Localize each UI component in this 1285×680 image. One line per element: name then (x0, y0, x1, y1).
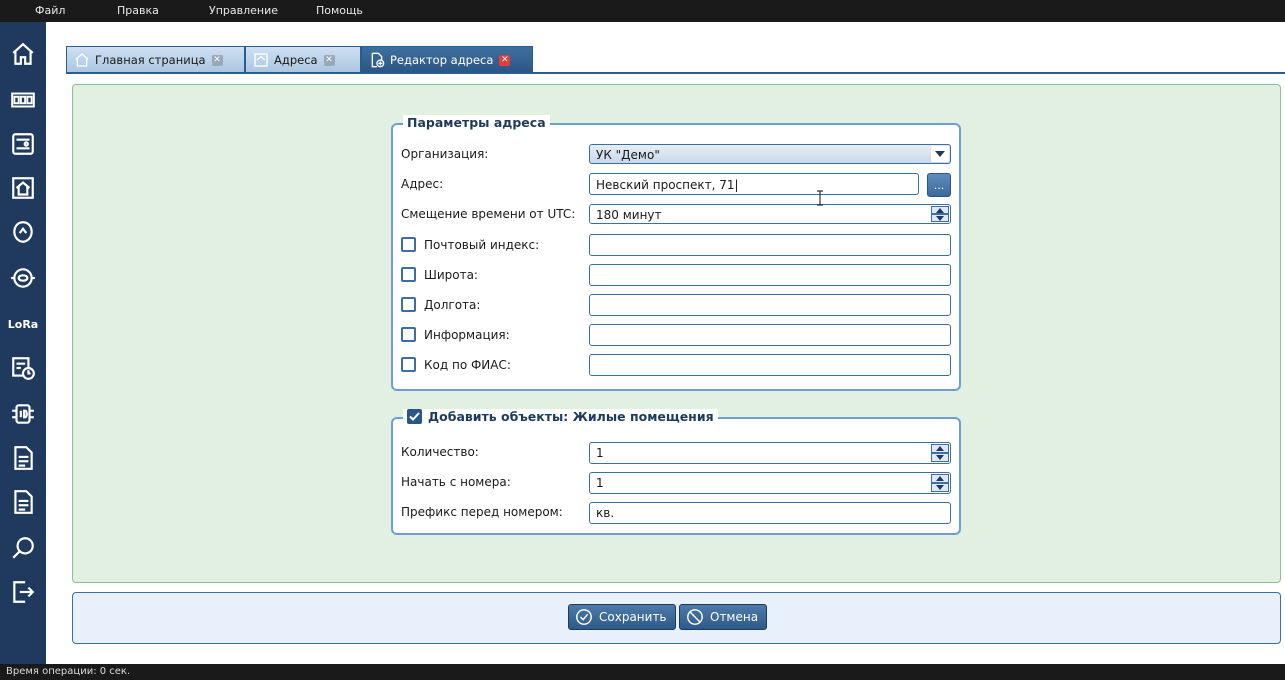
address-params-group: Параметры адреса Организация: УК "Демо" … (391, 115, 961, 391)
lora-label: LoRa (7, 317, 39, 331)
exit-icon[interactable] (9, 578, 37, 606)
menu-edit[interactable]: Правка (117, 4, 159, 17)
longitude-row: Долгота: (401, 297, 480, 312)
postal-code-input[interactable] (589, 234, 951, 256)
spin-down-icon[interactable] (931, 453, 949, 462)
status-text: Время операции: 0 сек. (6, 666, 131, 677)
fias-input[interactable] (589, 354, 951, 376)
schedule-icon[interactable] (9, 354, 37, 382)
address-input[interactable]: Невский проспект, 71| (589, 173, 919, 195)
postal-code-checkbox[interactable] (401, 237, 416, 252)
home-icon[interactable] (9, 40, 37, 68)
count-spinner[interactable]: 1 (589, 442, 951, 464)
organization-select[interactable]: УК "Демо" (589, 144, 951, 164)
sidebar: LoRa (0, 22, 46, 664)
longitude-input[interactable] (589, 294, 951, 316)
start-number-spinner[interactable]: 1 (589, 472, 951, 494)
utc-offset-label: Смещение времени от UTC: (401, 207, 576, 221)
tab-underline (66, 72, 1285, 74)
prefix-label: Префикс перед номером: (401, 505, 563, 519)
add-objects-header: Добавить объекты: Жилые помещения (403, 409, 718, 424)
latitude-checkbox[interactable] (401, 267, 416, 282)
spinner-arrows[interactable] (931, 474, 949, 492)
menu-manage[interactable]: Управление (209, 4, 278, 17)
count-label: Количество: (401, 445, 479, 459)
home-icon (73, 51, 91, 69)
tab-addresses[interactable]: Адреса ✕ (245, 46, 361, 73)
sensor-icon[interactable] (9, 218, 37, 246)
fias-label: Код по ФИАС: (424, 357, 511, 372)
check-circle-icon (576, 609, 592, 625)
menu-bar: Файл Правка Управление Помощь (0, 0, 1285, 22)
cancel-button[interactable]: Отмена (679, 604, 768, 630)
gauge-icon[interactable] (9, 264, 37, 292)
text-cursor-icon (815, 190, 825, 206)
organization-label: Организация: (401, 147, 489, 161)
tab-label: Адреса (274, 53, 318, 67)
tab-label: Редактор адреса (390, 53, 494, 67)
info-label: Информация: (424, 327, 510, 342)
chevron-down-icon[interactable] (931, 146, 949, 162)
device-icon[interactable] (9, 130, 37, 158)
organization-value: УК "Демо" (596, 148, 660, 162)
postal-code-row: Почтовый индекс: (401, 237, 539, 252)
prefix-input[interactable]: кв. (589, 502, 951, 524)
menu-help[interactable]: Помощь (316, 4, 363, 17)
close-icon[interactable]: ✕ (323, 54, 335, 66)
info-input[interactable] (589, 324, 951, 346)
menu-file[interactable]: Файл (35, 4, 65, 17)
status-bar: Время операции: 0 сек. (0, 664, 1285, 680)
utc-offset-spinner[interactable]: 180 минут (589, 204, 951, 224)
group-title: Добавить объекты: Жилые помещения (428, 409, 714, 424)
document-icon[interactable] (9, 444, 37, 472)
tab-label: Главная страница (95, 53, 206, 67)
add-document-icon (368, 51, 386, 69)
latitude-row: Широта: (401, 267, 478, 282)
tab-address-editor[interactable]: Редактор адреса ✕ (361, 46, 533, 73)
longitude-label: Долгота: (424, 297, 481, 312)
building-icon[interactable] (9, 174, 37, 202)
save-button[interactable]: Сохранить (568, 604, 676, 630)
action-panel: Сохранить Отмена (72, 592, 1281, 644)
spinner-arrows[interactable] (931, 444, 949, 462)
spin-up-icon[interactable] (931, 206, 949, 214)
spin-down-icon[interactable] (931, 214, 949, 222)
id-icon[interactable] (9, 400, 37, 428)
close-icon[interactable]: ✕ (211, 54, 223, 66)
save-label: Сохранить (599, 610, 667, 624)
spinner-arrows[interactable] (931, 206, 949, 222)
info-row: Информация: (401, 327, 510, 342)
report-icon[interactable] (9, 488, 37, 516)
meter-icon[interactable] (9, 86, 37, 114)
longitude-checkbox[interactable] (401, 297, 416, 312)
add-objects-checkbox[interactable] (407, 409, 422, 424)
editor-panel: Параметры адреса Организация: УК "Демо" … (72, 84, 1281, 583)
postal-code-label: Почтовый индекс: (424, 237, 540, 252)
cancel-icon (687, 609, 703, 625)
info-checkbox[interactable] (401, 327, 416, 342)
lora-icon[interactable]: LoRa (7, 310, 39, 338)
group-title: Параметры адреса (403, 115, 550, 130)
latitude-input[interactable] (589, 264, 951, 286)
address-browse-button[interactable]: ... (927, 173, 951, 197)
search-icon[interactable] (9, 534, 37, 562)
start-number-label: Начать с номера: (401, 475, 511, 489)
add-objects-group: Добавить объекты: Жилые помещения Количе… (391, 409, 961, 535)
fias-row: Код по ФИАС: (401, 357, 511, 372)
tab-home[interactable]: Главная страница ✕ (66, 46, 245, 73)
spin-down-icon[interactable] (931, 483, 949, 492)
spin-up-icon[interactable] (931, 474, 949, 483)
tab-bar: Главная страница ✕ Адреса ✕ Редактор адр… (46, 22, 1285, 74)
latitude-label: Широта: (424, 267, 478, 282)
fias-checkbox[interactable] (401, 357, 416, 372)
building-icon (252, 51, 270, 69)
close-icon[interactable]: ✕ (499, 54, 511, 66)
spin-up-icon[interactable] (931, 444, 949, 453)
address-label: Адрес: (401, 177, 444, 191)
cancel-label: Отмена (710, 610, 759, 624)
